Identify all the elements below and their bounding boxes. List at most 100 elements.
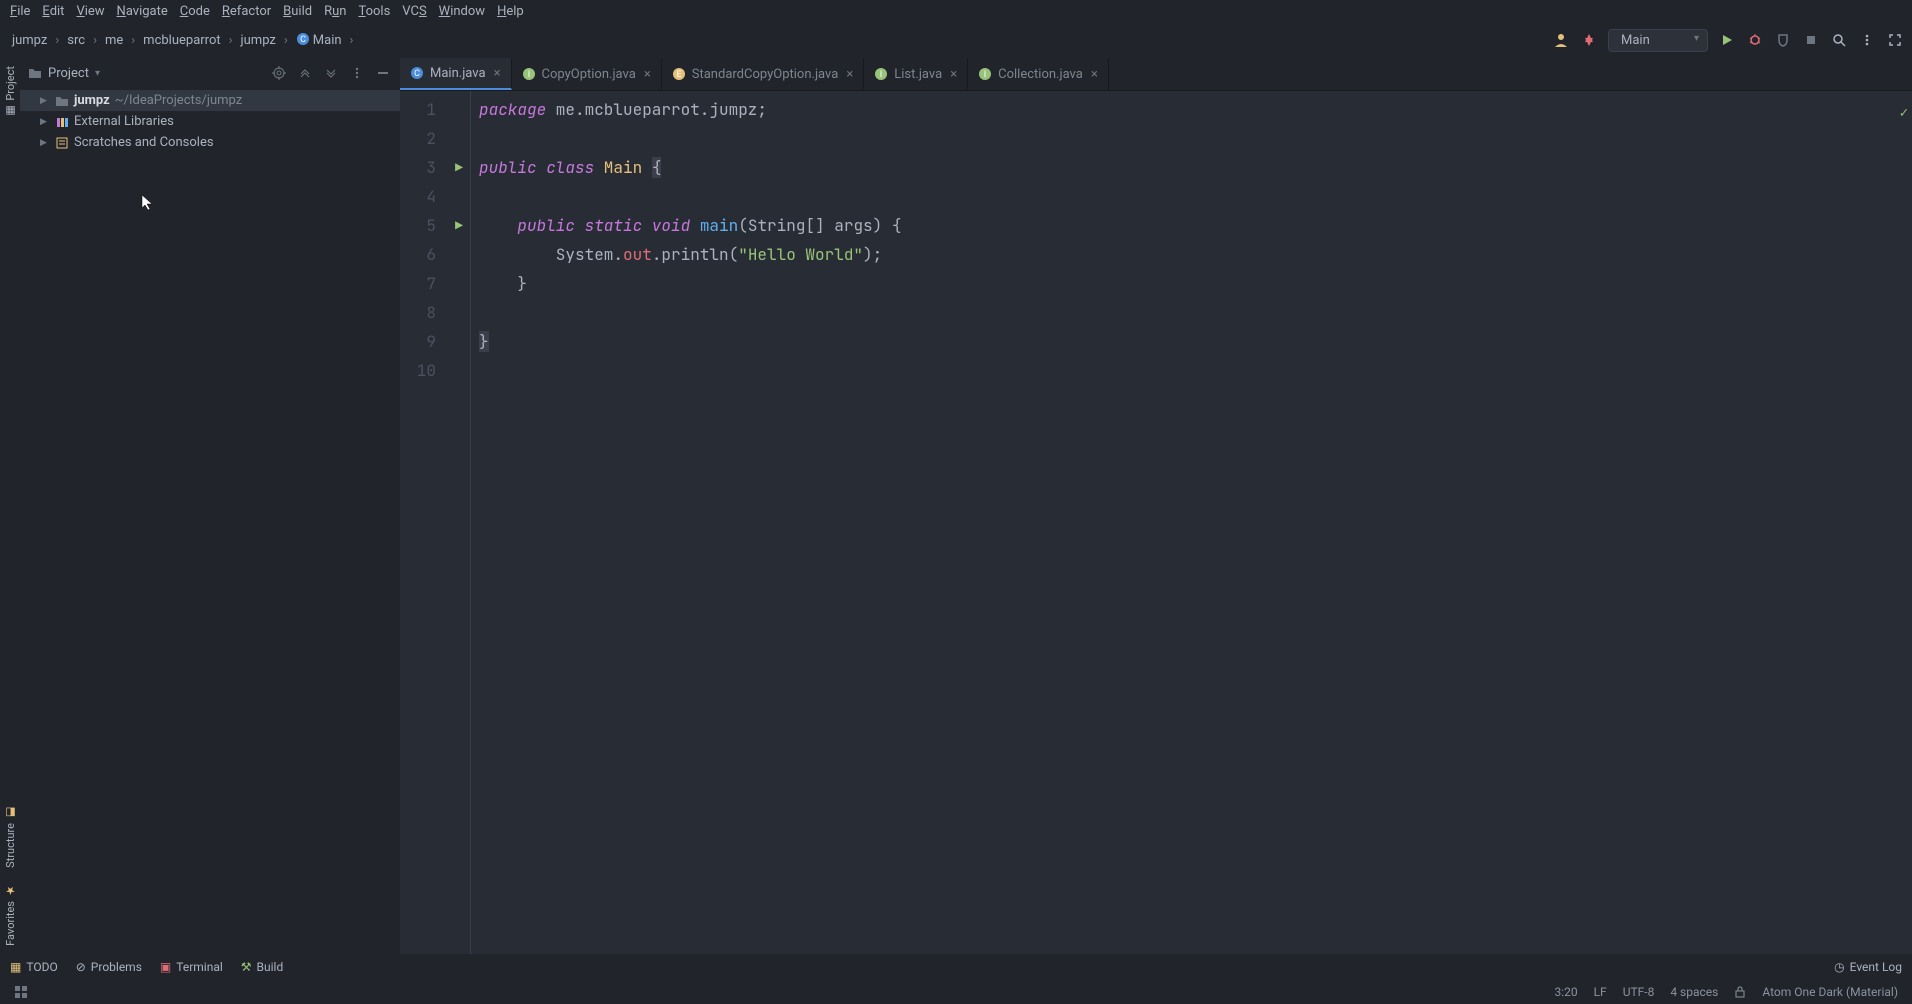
menu-view[interactable]: View bbox=[70, 2, 110, 21]
chevron-right-icon: ▶ bbox=[40, 138, 50, 148]
stop-button[interactable] bbox=[1802, 31, 1820, 49]
crumb-label: Main bbox=[313, 33, 342, 48]
crumb-src[interactable]: src bbox=[63, 33, 89, 48]
tree-row-jumpz[interactable]: ▶ jumpz ~/IdeaProjects/jumpz bbox=[20, 90, 400, 111]
crumb-project[interactable]: jumpz bbox=[8, 33, 51, 48]
more-icon[interactable] bbox=[348, 64, 366, 82]
tab-collection-java[interactable]: I Collection.java × bbox=[968, 58, 1109, 90]
run-class-icon[interactable]: ▶ bbox=[448, 153, 470, 182]
debug-button[interactable] bbox=[1746, 31, 1764, 49]
problems-icon: ⊘ bbox=[76, 960, 86, 974]
bottom-eventlog[interactable]: ◷ Event Log bbox=[1834, 960, 1902, 974]
crumb-me[interactable]: me bbox=[101, 33, 127, 48]
status-cursor[interactable]: 3:20 bbox=[1554, 985, 1577, 999]
crumb-jumpz[interactable]: jumpz bbox=[237, 33, 280, 48]
code-text: ); bbox=[863, 244, 882, 265]
class-name: Main bbox=[594, 157, 652, 178]
bottom-build[interactable]: ⚒ Build bbox=[241, 960, 283, 974]
status-left-icon[interactable] bbox=[14, 985, 28, 999]
tab-copyoption-java[interactable]: I CopyOption.java × bbox=[512, 58, 662, 90]
search-icon[interactable] bbox=[1830, 31, 1848, 49]
bottom-label: Build bbox=[257, 960, 284, 974]
bottom-todo[interactable]: ▦ TODO bbox=[10, 960, 58, 974]
tree-node-path: ~/IdeaProjects/jumpz bbox=[115, 93, 242, 108]
close-icon[interactable]: × bbox=[642, 67, 653, 82]
menu-navigate[interactable]: Navigate bbox=[111, 2, 174, 21]
field: out bbox=[623, 244, 652, 265]
menu-refactor[interactable]: Refactor bbox=[216, 2, 277, 21]
close-icon[interactable]: × bbox=[948, 67, 959, 82]
close-icon[interactable]: × bbox=[492, 66, 503, 81]
project-tree: ▶ jumpz ~/IdeaProjects/jumpz ▶ External … bbox=[20, 88, 400, 954]
run-button[interactable] bbox=[1718, 31, 1736, 49]
keyword: package bbox=[479, 99, 546, 120]
sidebar-actions bbox=[270, 64, 392, 82]
collapse-icon[interactable] bbox=[322, 64, 340, 82]
tab-standardcopyoption-java[interactable]: E StandardCopyOption.java × bbox=[662, 58, 865, 90]
svg-text:C: C bbox=[300, 35, 306, 45]
code-editor[interactable]: 1 2 3 4 5 6 7 8 9 10 ▶ ▶ bbox=[400, 91, 1912, 954]
expand-icon[interactable] bbox=[296, 64, 314, 82]
menu-tools[interactable]: Tools bbox=[352, 2, 396, 21]
svg-text:E: E bbox=[676, 70, 681, 80]
menu-vcs[interactable]: VCS bbox=[396, 2, 432, 21]
avatar-icon[interactable] bbox=[1552, 31, 1570, 49]
run-configuration-selector[interactable]: Main bbox=[1608, 29, 1708, 52]
structure-icon: ◧ bbox=[4, 806, 17, 819]
keyword: public static void bbox=[517, 215, 690, 236]
coverage-button[interactable] bbox=[1774, 31, 1792, 49]
tree-row-external-libraries[interactable]: ▶ External Libraries bbox=[20, 111, 400, 132]
main-layout: ▦ Project Structure ◧ Favorites ★ Projec… bbox=[0, 58, 1912, 954]
crumb-mcblueparrot[interactable]: mcblueparrot bbox=[139, 33, 224, 48]
event-log-icon: ◷ bbox=[1834, 960, 1844, 974]
menubar: File Edit View Navigate Code Refactor Bu… bbox=[0, 0, 1912, 22]
menu-run[interactable]: Run bbox=[318, 2, 352, 21]
bottom-terminal[interactable]: ▣ Terminal bbox=[160, 960, 223, 974]
close-icon[interactable]: × bbox=[1089, 67, 1100, 82]
code-text: } bbox=[479, 269, 1912, 298]
rail-structure[interactable]: Structure ◧ bbox=[2, 798, 19, 876]
menu-file[interactable]: File bbox=[4, 2, 36, 21]
lock-icon[interactable] bbox=[1734, 986, 1746, 998]
rail-project[interactable]: ▦ Project bbox=[2, 58, 19, 126]
status-bar: 3:20 LF UTF-8 4 spaces Atom One Dark (Ma… bbox=[0, 980, 1912, 1004]
bottom-label: Problems bbox=[91, 960, 142, 974]
sidebar-title-group[interactable]: Project ▾ bbox=[28, 66, 100, 81]
code-content[interactable]: package me.mcblueparrot.jumpz; public cl… bbox=[470, 91, 1912, 954]
tree-row-scratches[interactable]: ▶ Scratches and Consoles bbox=[20, 132, 400, 153]
menu-edit[interactable]: Edit bbox=[36, 2, 70, 21]
folder-icon bbox=[28, 66, 42, 80]
crumb-main[interactable]: C Main bbox=[292, 32, 346, 48]
bottom-problems[interactable]: ⊘ Problems bbox=[76, 960, 142, 974]
tree-node-name: Scratches and Consoles bbox=[74, 135, 214, 150]
svg-text:I: I bbox=[527, 70, 529, 80]
updates-icon[interactable] bbox=[1580, 31, 1598, 49]
tab-main-java[interactable]: C Main.java × bbox=[400, 58, 512, 90]
code-text: .println( bbox=[652, 244, 738, 265]
menu-code[interactable]: Code bbox=[174, 2, 216, 21]
chevron-right-icon: ▶ bbox=[40, 117, 50, 127]
close-icon[interactable]: × bbox=[844, 67, 855, 82]
bottom-label: Terminal bbox=[176, 960, 223, 974]
sidebar-header: Project ▾ bbox=[20, 58, 400, 88]
tab-list-java[interactable]: I List.java × bbox=[864, 58, 968, 90]
more-icon[interactable] bbox=[1858, 31, 1876, 49]
editor-area: C Main.java × I CopyOption.java × E Stan… bbox=[400, 58, 1912, 954]
status-indent[interactable]: 4 spaces bbox=[1670, 985, 1718, 999]
status-encoding[interactable]: UTF-8 bbox=[1623, 985, 1655, 999]
status-line-ending[interactable]: LF bbox=[1594, 985, 1607, 999]
menu-help[interactable]: Help bbox=[491, 2, 530, 21]
crumb-separator: › bbox=[55, 33, 59, 48]
crumb-separator: › bbox=[93, 33, 97, 48]
run-method-icon[interactable]: ▶ bbox=[448, 211, 470, 240]
status-theme[interactable]: Atom One Dark (Material) bbox=[1762, 985, 1898, 999]
target-icon[interactable] bbox=[270, 64, 288, 82]
fullscreen-icon[interactable] bbox=[1886, 31, 1904, 49]
rail-favorites[interactable]: Favorites ★ bbox=[2, 876, 19, 954]
inspection-indicator[interactable]: ✓ bbox=[1900, 97, 1908, 128]
brace: { bbox=[652, 157, 662, 178]
hide-icon[interactable] bbox=[374, 64, 392, 82]
menu-build[interactable]: Build bbox=[277, 2, 318, 21]
menu-window[interactable]: Window bbox=[433, 2, 491, 21]
mouse-cursor bbox=[141, 194, 155, 212]
